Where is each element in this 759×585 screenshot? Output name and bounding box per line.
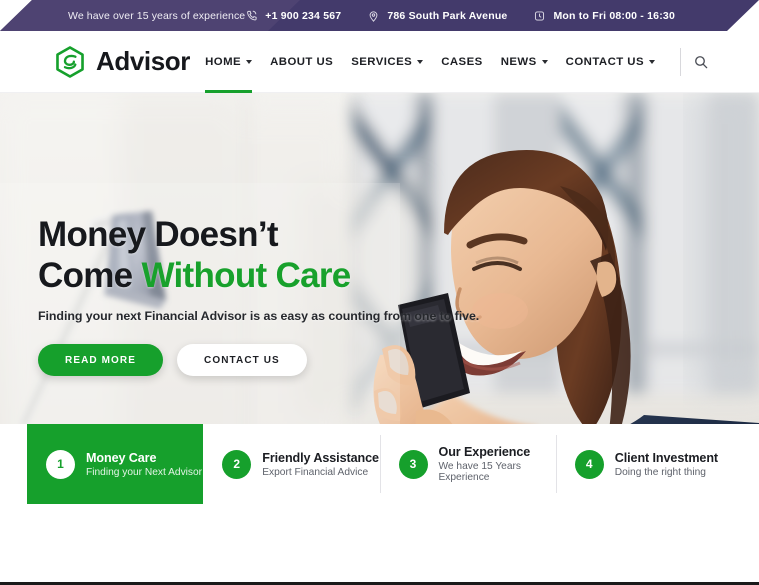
nav-item-cases[interactable]: CASES (432, 31, 492, 93)
phone-icon (247, 10, 257, 20)
card-title: Friendly Assistance (262, 450, 379, 465)
card-title: Money Care (86, 450, 157, 465)
nav-label-services: SERVICES (351, 55, 413, 68)
nav-item-news[interactable]: NEWS (492, 31, 557, 93)
nav-label-cases: CASES (441, 55, 483, 68)
nav-divider (680, 47, 681, 76)
card-title: Our Experience (438, 445, 531, 459)
card-number-badge: 4 (574, 449, 604, 479)
feature-card-client-investment[interactable]: 4 Client Investment Doing the right thin… (555, 424, 732, 504)
hero-section: Money Doesn’t Come Without Care Finding … (0, 93, 759, 504)
clock-icon (535, 10, 545, 21)
phone-number-text: +1 900 234 567 (265, 9, 342, 22)
address-text: 786 South Park Avenue (387, 9, 508, 22)
top-bar-contact-items: +1 900 234 567 786 South Park Avenue Mon… (245, 9, 675, 23)
feature-card-money-care[interactable]: 1 Money Care Finding your Next Advisor (27, 424, 204, 504)
hero-heading-accent: Without Care (141, 255, 351, 295)
card-text-block: Money Care Finding your Next Advisor (86, 451, 202, 478)
chevron-down-icon (541, 59, 548, 64)
feature-card-our-experience[interactable]: 3 Our Experience We have 15 Years Experi… (379, 424, 556, 504)
hero-subtitle: Finding your next Financial Advisor is a… (38, 309, 480, 324)
hexagon-swirl-logo-icon (56, 45, 84, 78)
card-number-badge: 3 (398, 449, 428, 479)
nav-label-home: HOME (205, 55, 242, 68)
site-header: Advisor HOME ABOUT US SERVICES CASES NEW… (0, 31, 759, 93)
hero-button-group: READ MORE CONTACT US (38, 344, 479, 377)
logo-text: Advisor (96, 46, 191, 76)
phone-contact-item[interactable]: +1 900 234 567 (245, 9, 341, 23)
tagline-text: We have over 15 years of experience (68, 9, 246, 22)
site-logo[interactable]: Advisor (53, 45, 190, 79)
card-title: Client Investment (614, 450, 719, 465)
address-contact-item[interactable]: 786 South Park Avenue (367, 9, 507, 23)
hero-heading-plain: Come (38, 255, 142, 295)
feature-card-friendly-assistance[interactable]: 2 Friendly Assistance Export Financial A… (203, 424, 380, 504)
contact-us-button[interactable]: CONTACT US (177, 344, 307, 377)
advisor-landing-page: We have over 15 years of experience +1 9… (0, 0, 759, 585)
hero-content: Money Doesn’t Come Without Care Finding … (38, 215, 480, 377)
feature-card-strip: 1 Money Care Finding your Next Advisor 2… (0, 424, 759, 504)
hours-contact-item[interactable]: Mon to Fri 08:00 - 16:30 (533, 9, 675, 23)
location-pin-icon (369, 10, 378, 22)
card-subtitle: Finding your Next Advisor (86, 466, 203, 478)
nav-label-news: NEWS (500, 55, 537, 68)
card-text-block: Client Investment Doing the right thing (615, 451, 718, 478)
chevron-down-icon (417, 59, 424, 64)
hours-text: Mon to Fri 08:00 - 16:30 (553, 9, 675, 22)
top-info-bar: We have over 15 years of experience +1 9… (0, 0, 759, 31)
card-subtitle: Doing the right thing (614, 466, 706, 478)
card-text-block: Friendly Assistance Export Financial Adv… (262, 451, 379, 478)
hero-heading-line-1: Money Doesn’t (38, 215, 279, 254)
nav-label-about-us: ABOUT US (270, 55, 334, 68)
card-number-badge: 2 (222, 449, 252, 479)
nav-label-contact-us: CONTACT US (565, 55, 644, 68)
chevron-down-icon (649, 59, 655, 64)
card-text-block: Our Experience We have 15 Years Experien… (439, 445, 556, 483)
main-navigation: HOME ABOUT US SERVICES CASES NEWS CONTAC… (196, 31, 759, 93)
nav-item-services[interactable]: SERVICES (342, 31, 432, 93)
search-button[interactable] (693, 54, 709, 70)
nav-item-about-us[interactable]: ABOUT US (261, 31, 342, 93)
card-number-badge: 1 (46, 449, 75, 479)
hero-heading-line-2: Come Without Care (38, 256, 479, 297)
search-icon (695, 55, 708, 68)
nav-item-contact-us[interactable]: CONTACT US (557, 31, 664, 93)
read-more-button[interactable]: READ MORE (38, 344, 164, 377)
card-subtitle: We have 15 Years Experience (438, 461, 522, 483)
nav-item-home[interactable]: HOME (196, 31, 261, 93)
card-subtitle: Export Financial Advice (262, 466, 369, 478)
chevron-down-icon (246, 59, 253, 64)
